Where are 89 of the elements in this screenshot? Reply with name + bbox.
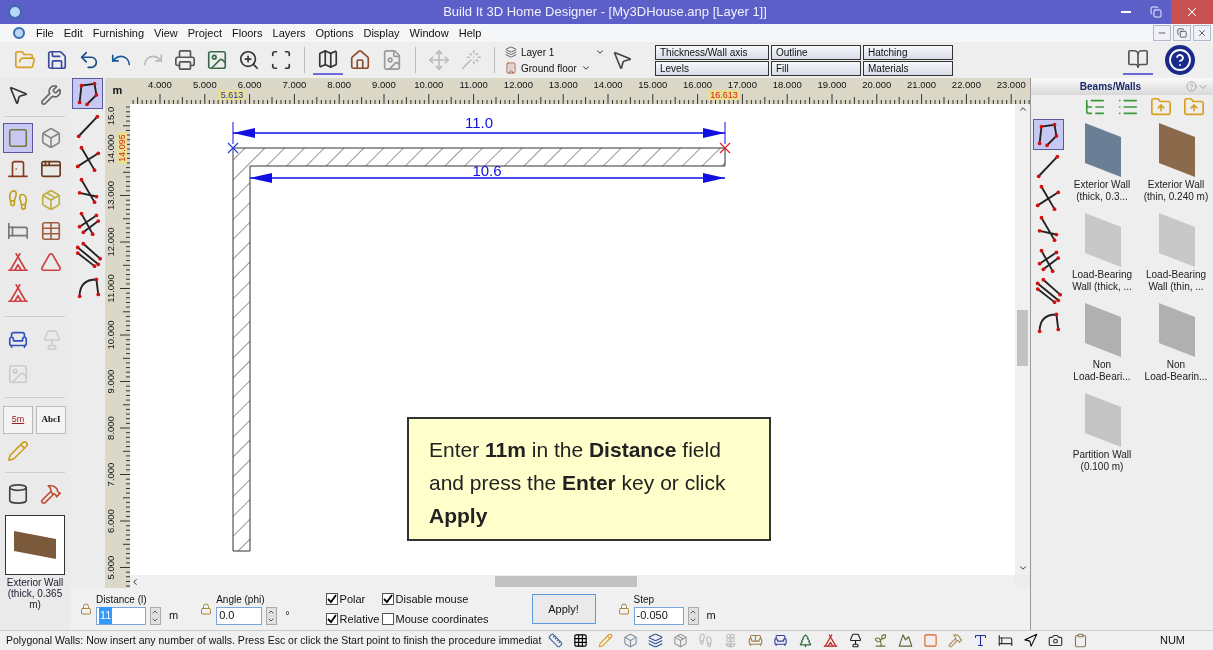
ruler-label: 13.000 — [105, 180, 116, 211]
wall-type-item[interactable]: Non Load-Beari... — [1065, 299, 1139, 385]
unit-label: m — [169, 608, 179, 624]
dimension-label: 10.6 — [472, 162, 502, 179]
menu-item[interactable]: Window — [404, 24, 454, 42]
checkbox-label: Mouse coordinates — [395, 612, 489, 627]
window-title: Build It 3D Home Designer - [My3DHouse.anp [Layer 1]] — [442, 3, 768, 22]
menu-item[interactable]: Floors — [226, 24, 268, 42]
dimension-label: 11.0 — [464, 114, 494, 131]
ruler-label: 6.000 — [105, 509, 116, 533]
menu-item[interactable]: Display — [358, 24, 405, 42]
ruler-label: 5.000 — [105, 555, 116, 580]
ruler-label: 7.000 — [282, 79, 307, 90]
unit-label: ° — [285, 608, 290, 624]
ruler-label: 10.000 — [105, 320, 116, 350]
ruler-label: 15.000 — [638, 79, 668, 90]
view-option-button[interactable]: Hatching — [863, 44, 953, 60]
ruler-label: 23.000 — [996, 79, 1026, 90]
ruler-label: 13.000 — [548, 79, 578, 90]
ruler-label: 11.000 — [459, 79, 488, 90]
text-button[interactable]: AbcI — [36, 406, 66, 434]
view-option-button[interactable]: Outline — [771, 44, 861, 60]
instruction-callout: Enter 11m in the Distance field and press the Enter key or click Apply — [407, 417, 771, 541]
ruler-label: 14.000 — [593, 79, 623, 90]
checkbox-label: Relative — [339, 612, 380, 627]
ruler-label: 11.000 — [105, 274, 116, 303]
start-point-marker: 5.613 — [218, 90, 246, 100]
apply-button[interactable]: Apply! — [531, 594, 596, 624]
unit-label: m — [706, 608, 716, 624]
view-option-button[interactable]: Thickness/Wall axis — [655, 44, 769, 60]
view-option-button[interactable]: Levels — [655, 60, 769, 76]
view-option-button[interactable]: Fill — [771, 60, 861, 76]
ruler-label: 8.000 — [327, 79, 352, 90]
ruler-label: 4.000 — [148, 79, 172, 90]
ruler-label: 10.000 — [414, 79, 444, 90]
ruler-label: 21.000 — [907, 79, 937, 90]
menu-item[interactable]: Options — [310, 24, 359, 42]
ruler-label: 16.000 — [683, 79, 713, 90]
wall-preview-caption: Exterior Wall (thick, 0.365 m) — [6, 577, 64, 610]
ruler-label: 15.0 — [105, 106, 116, 126]
wall-type-item[interactable]: Exterior Wall (thick, 0.3... — [1065, 119, 1139, 205]
wall-type-item[interactable]: Partition Wall (0.100 m) — [1065, 389, 1139, 475]
num-lock-indicator: NUM — [1159, 633, 1185, 649]
checkbox-option[interactable]: Relative — [325, 611, 382, 628]
menu-item[interactable]: View — [149, 24, 183, 42]
ruler-label: 9.000 — [105, 369, 116, 394]
panel-title: Beams/Walls — [1078, 80, 1143, 94]
drawing-canvas[interactable]: 11.0 10.6 Enter 11m in the Distance field and press the Enter key or click Apply — [130, 104, 1015, 575]
cursor-position-marker: 16.613 — [708, 90, 740, 100]
wall-type-item[interactable]: Load-Bearing Wall (thin, ... — [1139, 209, 1213, 295]
menu-item[interactable]: Help — [453, 24, 487, 42]
menu-item[interactable]: Project — [182, 24, 227, 42]
ruler-label: 12.000 — [105, 227, 116, 257]
ruler-label: 8.000 — [105, 416, 116, 440]
menu-item[interactable]: Edit — [58, 24, 88, 42]
status-message: Polygonal Walls: Now insert any number of walls. Press Esc or click the Start point to finish the procedure immediat — [6, 632, 543, 648]
field-label: Angle (phi) — [216, 593, 266, 606]
checkbox-option[interactable]: Mouse coordinates — [381, 611, 492, 628]
ruler-label: 6.000 — [237, 79, 262, 90]
checkbox-label: Disable mouse — [395, 591, 469, 607]
ruler-label: 9.000 — [372, 79, 396, 90]
menu-item[interactable]: File — [31, 24, 59, 42]
ruler-label: 22.000 — [951, 79, 981, 90]
number-field[interactable]: 0.0 — [216, 606, 263, 625]
view-option-button[interactable]: Materials — [863, 60, 953, 76]
ruler-label: 18.000 — [772, 79, 802, 90]
ruler-label: 7.000 — [105, 462, 116, 487]
unit-label: m — [112, 83, 123, 98]
ruler-label: 19.000 — [817, 79, 847, 90]
checkbox-label: Polar — [339, 591, 366, 607]
dimension-button[interactable]: 5m — [3, 406, 33, 434]
field-label: Distance (l) — [96, 593, 148, 606]
layer-dropdown[interactable]: Layer 1 — [505, 44, 605, 60]
field-label: Step — [633, 593, 656, 606]
checkbox-option[interactable]: Disable mouse — [381, 590, 492, 607]
ruler-label: 17.000 — [727, 79, 757, 90]
menu-item[interactable]: Furnishing — [87, 24, 150, 42]
menu-item[interactable]: Layers — [267, 24, 311, 42]
ruler-label: 12.000 — [503, 79, 533, 90]
checkbox-option[interactable]: Polar — [325, 590, 382, 607]
wall-type-item[interactable]: Exterior Wall (thin, 0.240 m) — [1139, 119, 1213, 205]
ruler-label: 5.000 — [192, 79, 217, 90]
cursor-position-marker: 14.095 — [117, 132, 127, 164]
number-field[interactable]: -0.050 — [633, 606, 684, 625]
ruler-label: 14.000 — [105, 134, 116, 164]
ruler-label: 20.000 — [862, 79, 892, 90]
wall-type-item[interactable]: Non Load-Bearin... — [1139, 299, 1213, 385]
wall-type-item[interactable]: Load-Bearing Wall (thick, ... — [1065, 209, 1139, 295]
floor-dropdown[interactable]: Ground floor — [505, 60, 605, 76]
